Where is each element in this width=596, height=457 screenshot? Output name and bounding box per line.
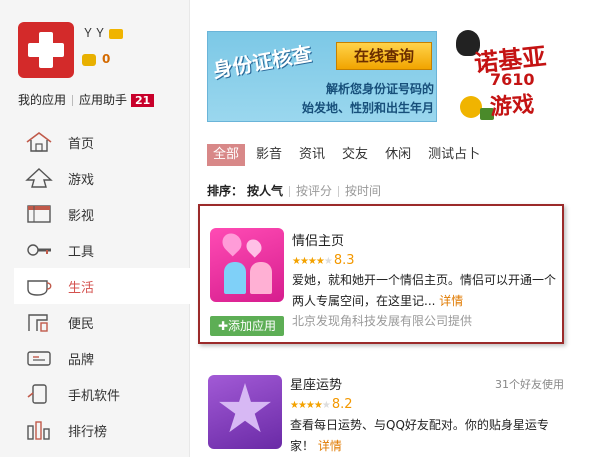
sidebar-item-brand[interactable]: 品牌 [14,340,190,376]
tab-dating[interactable]: 交友 [336,144,374,166]
sidebar-item-label: 生活 [68,280,95,296]
divider [289,186,291,197]
star-rating-icon: ★★★★★ [290,400,331,411]
tab-news[interactable]: 资讯 [293,144,331,166]
add-app-button[interactable]: ✚添加应用 [210,316,284,336]
film-icon [24,202,54,226]
banner-line3: 游戏 [489,92,536,121]
tab-all[interactable]: 全部 [207,144,246,166]
app-center-page: ＹＹ 0 我的应用 应用助手 21 首页 游戏 影视 工具 生活 便民 品牌 手… [0,0,596,457]
add-app-label: 添加应用 [228,319,277,333]
banner-desc-line2: 始发地、性别和出生年月 [301,101,434,115]
app-name[interactable]: 情侣主页 [292,230,344,249]
horoscope-app-icon[interactable] [208,375,282,449]
convenience-icon [24,310,54,334]
nokia-game-banner[interactable]: 诺基亚 7610 游戏 [454,18,596,122]
sort-by-popularity[interactable]: 按人气 [247,184,283,198]
ranking-icon [24,418,54,442]
main-content: 身份证核查 在线查询 解析您身份证号码的 始发地、性别和出生年月 诺基亚 761… [190,0,596,457]
sidebar-item-label: 排行榜 [68,424,108,440]
sidebar-item-ranking[interactable]: 排行榜 [14,412,190,448]
life-icon [24,274,54,298]
sort-label: 排序： [207,184,244,198]
vip-icon [109,28,124,39]
brand-icon [24,346,54,370]
home-icon [24,130,54,154]
banner-description: 解析您身份证号码的 始发地、性别和出生年月 [218,80,434,118]
coin-icon [82,53,96,66]
app-name[interactable]: 星座运势 [290,374,342,393]
sort-by-rating[interactable]: 按评分 [296,184,332,198]
sidebar-item-tool[interactable]: 工具 [14,232,190,268]
sidebar-item-game[interactable]: 游戏 [14,160,190,196]
cartoon-character [460,96,482,118]
app-card[interactable]: 星座运势 31个好友使用 ★★★★★ 8.2 查看每日运势、与QQ好友配对。你的贴… [198,366,564,457]
sidebar-item-phone-software[interactable]: 手机软件 [14,376,190,412]
divider [72,95,74,106]
sidebar-item-film[interactable]: 影视 [14,196,190,232]
rating-row: ★★★★★ 8.3 [292,253,355,268]
tab-leisure[interactable]: 休闲 [379,144,417,166]
rating-row: ★★★★★ 8.2 [290,397,353,412]
sidebar-nav: 首页 游戏 影视 工具 生活 便民 品牌 手机软件 排行榜 [14,124,190,448]
avatar[interactable] [18,22,74,78]
app-provider: 北京发现角科技发展有限公司提供 [292,314,473,328]
tab-fortune[interactable]: 测试占卜 [422,144,486,166]
sidebar-item-label: 影视 [68,208,95,224]
sidebar: ＹＹ 0 我的应用 应用助手 21 首页 游戏 影视 工具 生活 便民 品牌 手… [0,0,190,457]
banner-desc-line1: 解析您身份证号码的 [325,82,434,96]
coin-row: 0 [82,52,110,66]
star-rating-icon: ★★★★★ [292,256,333,267]
sidebar-item-convenience[interactable]: 便民 [14,304,190,340]
game-icon [24,166,54,190]
category-tabs: 全部 影音 资讯 交友 休闲 测试占卜 [207,144,491,166]
sidebar-item-label: 手机软件 [68,388,121,404]
sort-by-time[interactable]: 按时间 [345,184,381,198]
coin-count: 0 [102,52,111,66]
tool-icon [24,238,54,262]
details-link[interactable]: 详情 [318,439,342,453]
details-link[interactable]: 详情 [439,294,463,308]
online-query-button[interactable]: 在线查询 [336,42,432,70]
sidebar-item-label: 工具 [68,244,95,260]
username-row: ＹＹ [82,24,124,41]
app-score: 8.2 [331,397,353,412]
app-description: 爱她，就和她开一个情侣主页。情侣可以开通一个两人专属空间，在这里记... 详情 [292,270,562,312]
sidebar-item-label: 首页 [68,136,95,152]
divider [338,186,340,197]
friends-count: 31个好友使用 [495,378,564,391]
app-score: 8.3 [333,253,355,268]
phone-software-icon [24,382,54,406]
username[interactable]: ＹＹ [82,26,106,40]
app-card[interactable]: ✚添加应用 情侣主页 ★★★★★ 8.3 爱她，就和她开一个情侣主页。情侣可以开通… [198,204,564,344]
id-check-banner[interactable]: 身份证核查 在线查询 解析您身份证号码的 始发地、性别和出生年月 [207,31,437,122]
sidebar-item-life[interactable]: 生活 [14,268,190,304]
sidebar-item-label: 便民 [68,316,95,332]
helper-count-badge: 21 [131,94,155,107]
couple-app-icon[interactable] [210,228,284,302]
user-links: 我的应用 应用助手 21 [18,91,155,108]
banner-title: 身份证核查 [210,41,314,83]
app-helper-link[interactable]: 应用助手 [79,93,127,107]
tab-media[interactable]: 影音 [250,144,288,166]
sidebar-item-home[interactable]: 首页 [14,124,190,160]
sidebar-item-label: 游戏 [68,172,95,188]
app-description: 查看每日运势、与QQ好友配对。你的贴身星运专家！ 详情 [290,415,560,457]
sort-bar: 排序： 按人气 按评分 按时间 [207,182,381,199]
my-apps-link[interactable]: 我的应用 [18,93,66,107]
sidebar-item-label: 品牌 [68,352,95,368]
app-desc-text: 爱她，就和她开一个情侣主页。情侣可以开通一个两人专属空间，在这里记... [292,273,557,308]
